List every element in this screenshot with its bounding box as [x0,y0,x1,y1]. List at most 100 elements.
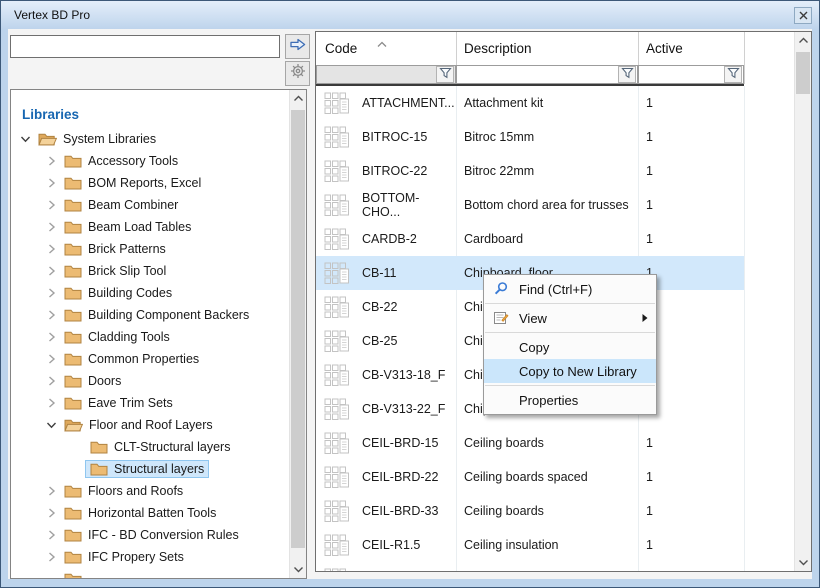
tree-item-horizontal-batten-tools[interactable]: Horizontal Batten Tools [11,502,289,524]
chevron-right-icon[interactable] [43,398,60,408]
column-header-active[interactable]: Active [646,41,683,56]
chevron-right-icon[interactable] [43,486,60,496]
funnel-icon [439,66,452,84]
tree-scroll-thumb[interactable] [291,110,305,548]
cell-active: 1 [646,96,653,110]
menu-item-properties[interactable]: Properties [484,388,656,412]
table-scroll-down-icon[interactable] [795,554,811,571]
cell-filler [744,222,794,256]
tree-item-bom-reports-excel[interactable]: BOM Reports, Excel [11,172,289,194]
cell-filler [744,358,794,392]
table-row-ceil-brd-15[interactable]: CEIL-BRD-15Ceiling boards1 [316,426,794,460]
table-row-cardb-2[interactable]: CARDB-2Cardboard1 [316,222,794,256]
tree-item-building-codes[interactable]: Building Codes [11,282,289,304]
menu-item-label: Copy to New Library [519,364,637,379]
cell-code: CARDB-2 [362,232,417,246]
tree-item-floor-and-roof-layers[interactable]: Floor and Roof Layers [11,414,289,436]
chevron-right-icon[interactable] [43,508,60,518]
tree-item-eave-trim-sets[interactable]: Eave Trim Sets [11,392,289,414]
chevron-down-icon[interactable] [43,420,60,430]
table-row-ceil-brd-33[interactable]: CEIL-BRD-33Ceiling boards1 [316,494,794,528]
tree-item-brick-patterns[interactable]: Brick Patterns [11,238,289,260]
cell-filler [744,528,794,562]
folder-icon [64,374,82,388]
tree-item-building-component-backers[interactable]: Building Component Backers [11,304,289,326]
table-row-ceil-brd-22[interactable]: CEIL-BRD-22Ceiling boards spaced1 [316,460,794,494]
cell-filler [744,86,794,120]
tree-item-label: Accessory Tools [88,154,178,168]
menu-item-view[interactable]: View [484,306,656,330]
chevron-right-icon[interactable] [43,354,60,364]
search-go-button[interactable] [285,34,310,59]
menu-item-copy[interactable]: Copy [484,335,656,359]
table-row-bottom-cho[interactable]: BOTTOM-CHO...Bottom chord area for truss… [316,188,794,222]
folder-icon [64,572,82,578]
cell-code: CB-V313-22_F [362,402,445,416]
close-button[interactable] [794,7,812,24]
chevron-right-icon[interactable] [43,530,60,540]
table-row-attachment[interactable]: ATTACHMENT...Attachment kit1 [316,86,794,120]
component-grid-icon [324,92,350,114]
chevron-right-icon[interactable] [43,156,60,166]
cell-filler [744,460,794,494]
tree-item-beam-combiner[interactable]: Beam Combiner [11,194,289,216]
tree-item-doors[interactable]: Doors [11,370,289,392]
menu-item-copy-to-new-library[interactable]: Copy to New Library [484,359,656,383]
open-folder-icon [64,418,83,432]
tree-item-ifc-propery-sets[interactable]: IFC Propery Sets [11,546,289,568]
column-header-code[interactable]: Code [325,41,357,56]
chevron-right-icon[interactable] [43,222,60,232]
menu-item-find-ctrl-f[interactable]: Find (Ctrl+F) [484,277,656,301]
table-row-ceil-r1-5[interactable]: CEIL-R1.5Ceiling insulation1 [316,528,794,562]
table-row-ceil-r2-5[interactable]: CEIL-R2.5Ceiling insulation1 [316,562,794,571]
cell-filler [744,256,794,290]
tree-item-ifc-bd-conversion-rules[interactable]: IFC - BD Conversion Rules [11,524,289,546]
settings-button[interactable] [285,61,310,86]
filter-field-code[interactable] [316,65,456,84]
tree-scrollbar[interactable] [289,90,306,578]
chevron-right-icon[interactable] [43,310,60,320]
filter-field-active[interactable] [638,65,744,84]
chevron-right-icon[interactable] [43,244,60,254]
chevron-down-icon[interactable] [17,134,34,144]
tree-item-label: Eave Trim Sets [88,396,173,410]
chevron-right-icon[interactable] [43,200,60,210]
table-scroll-thumb[interactable] [796,52,810,94]
cell-description: Bitroc 22mm [464,164,534,178]
table-row-bitroc-22[interactable]: BITROC-22Bitroc 22mm1 [316,154,794,188]
chevron-right-icon[interactable] [43,376,60,386]
component-grid-icon [324,228,350,250]
chevron-right-icon[interactable] [43,332,60,342]
tree-item-structural-layers[interactable]: Structural layers [11,458,289,480]
filter-button-code[interactable] [436,66,454,83]
tree-item-label: IFC Propery Sets [88,550,184,564]
filter-field-description[interactable] [456,65,638,84]
tree-scroll-up-icon[interactable] [290,90,306,107]
tree-item-common-properties[interactable]: Common Properties [11,348,289,370]
column-header-description[interactable]: Description [464,41,532,56]
folder-icon [64,352,82,366]
table-row-bitroc-15[interactable]: BITROC-15Bitroc 15mm1 [316,120,794,154]
tree-item-label: IFC - BD Conversion Rules [88,528,239,542]
chevron-right-icon[interactable] [43,552,60,562]
tree-item-cladding-tools[interactable]: Cladding Tools [11,326,289,348]
chevron-right-icon[interactable] [43,266,60,276]
tree-item-label: Doors [88,374,121,388]
context-menu: Find (Ctrl+F) View Copy Copy to New Library… [483,274,657,415]
tree-item-accessory-tools[interactable]: Accessory Tools [11,150,289,172]
chevron-right-icon[interactable] [43,178,60,188]
table-scroll-up-icon[interactable] [795,32,811,49]
tree-item-brick-slip-tool[interactable]: Brick Slip Tool [11,260,289,282]
menu-separator [485,332,655,333]
tree-item-floors-and-roofs[interactable]: Floors and Roofs [11,480,289,502]
filter-button-description[interactable] [618,66,636,83]
tree-scroll-down-icon[interactable] [290,561,306,578]
tree-item-partial[interactable] [11,568,289,578]
filter-button-active[interactable] [724,66,742,83]
chevron-right-icon[interactable] [43,288,60,298]
tree-item-system-libraries[interactable]: System Libraries [11,128,289,150]
tree-item-beam-load-tables[interactable]: Beam Load Tables [11,216,289,238]
table-scrollbar[interactable] [794,32,811,571]
tree-item-clt-structural-layers[interactable]: CLT-Structural layers [11,436,289,458]
search-input[interactable] [10,35,280,58]
